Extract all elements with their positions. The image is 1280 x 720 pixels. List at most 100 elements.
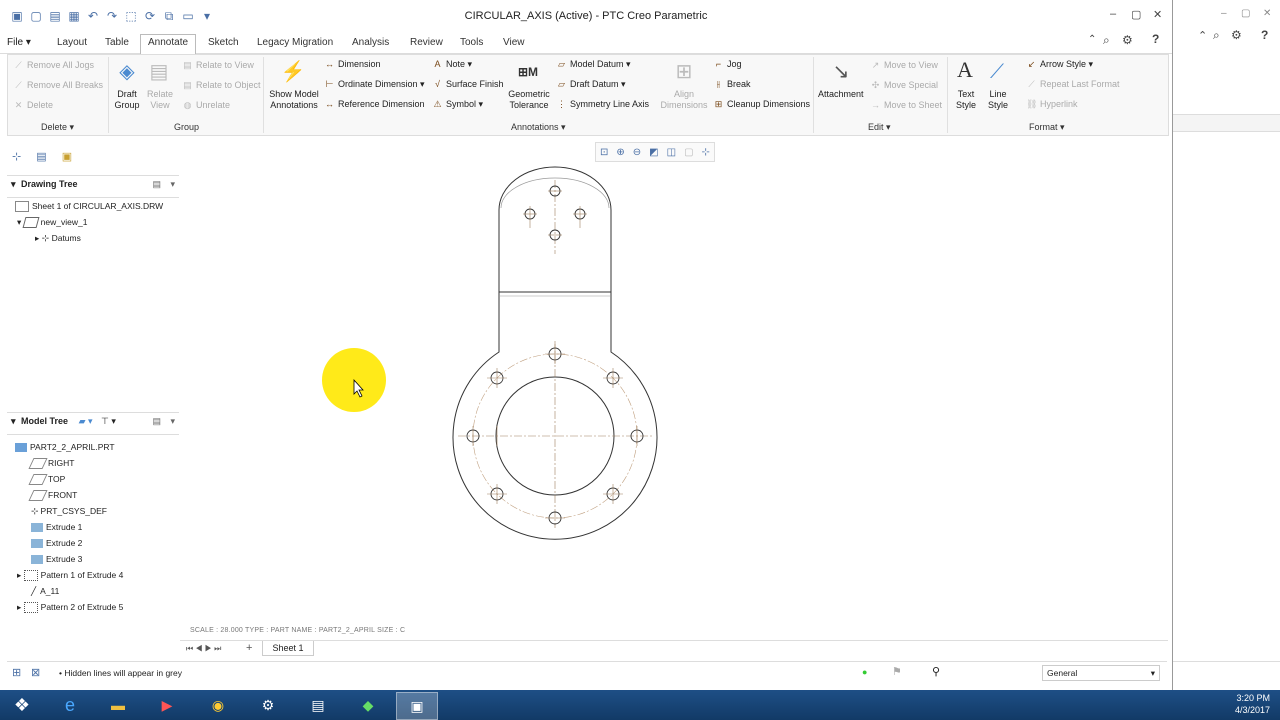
file-menu[interactable]: File ▾: [7, 37, 31, 48]
tab-sketch[interactable]: Sketch: [208, 37, 239, 48]
minimize-icon[interactable]: –: [1110, 8, 1116, 20]
relate-to-view-button[interactable]: ▤ Relate to View: [182, 60, 254, 71]
creo-window-icon[interactable]: ▣: [396, 692, 438, 720]
tree-item-pattern-2[interactable]: ▸ Pattern 2 of Extrude 5: [17, 602, 123, 614]
media-player-icon[interactable]: ▶: [147, 692, 187, 718]
system-clock[interactable]: 3:20 PM 4/3/2017: [1235, 692, 1270, 716]
favorites-tab-icon[interactable]: ▣: [62, 151, 72, 163]
remove-all-breaks-button[interactable]: ⟋ Remove All Breaks: [13, 80, 103, 91]
search-icon[interactable]: ⌕: [1213, 28, 1220, 43]
tab-view[interactable]: View: [503, 37, 525, 48]
tab-annotate[interactable]: Annotate: [148, 37, 188, 48]
line-style-button[interactable]: Line Style: [984, 89, 1012, 111]
folder-tab-icon[interactable]: ▤: [36, 151, 46, 163]
expand-icon[interactable]: ▾: [17, 217, 21, 227]
text-style-button[interactable]: Text Style: [952, 89, 980, 111]
tab-analysis[interactable]: Analysis: [352, 37, 389, 48]
tool-icon[interactable]: ⚙: [248, 692, 288, 718]
relate-view-button[interactable]: Relate View: [144, 89, 176, 111]
unrelate-button[interactable]: ◍ Unrelate: [182, 100, 230, 111]
drawing-view[interactable]: [180, 136, 1168, 640]
dimension-button[interactable]: ↔ Dimension: [324, 59, 381, 69]
tree-item-view[interactable]: ▾ new_view_1: [17, 217, 87, 229]
move-special-button[interactable]: ✣ Move Special: [870, 80, 938, 91]
expand-icon[interactable]: ▸: [17, 570, 21, 580]
chevron-down-icon[interactable]: ▾: [1151, 666, 1155, 680]
delete-group-label[interactable]: Delete ▾: [41, 122, 74, 133]
filter-icon[interactable]: ▰ ▾: [79, 416, 93, 426]
draft-group-button[interactable]: Draft Group: [112, 89, 142, 111]
tab-layout[interactable]: Layout: [57, 37, 87, 48]
surface-finish-button[interactable]: √ Surface Finish: [432, 79, 504, 89]
tab-legacy-migration[interactable]: Legacy Migration: [257, 37, 333, 48]
navigator-icon[interactable]: ⊞: [12, 666, 21, 679]
close-icon[interactable]: ✕: [1263, 8, 1271, 19]
expand-icon[interactable]: ▸: [35, 233, 39, 243]
chevron-down-icon[interactable]: ▾: [170, 179, 175, 190]
collapse-icon[interactable]: ▾: [11, 179, 16, 189]
tab-table[interactable]: Table: [105, 37, 129, 48]
annotations-group-label[interactable]: Annotations ▾: [511, 122, 566, 133]
arrow-style-button[interactable]: ↙ Arrow Style ▾: [1026, 59, 1093, 70]
relate-to-object-button[interactable]: ▤ Relate to Object: [182, 80, 260, 91]
tree-item-front[interactable]: FRONT: [28, 490, 77, 502]
tab-tools[interactable]: Tools: [460, 37, 483, 48]
tree-settings-icon[interactable]: ▤: [152, 179, 161, 190]
sheet-tab[interactable]: Sheet 1: [262, 641, 314, 656]
maximize-icon[interactable]: ▢: [1131, 8, 1141, 21]
maximize-icon[interactable]: ▢: [1241, 8, 1250, 19]
browser-icon[interactable]: ⊠: [31, 666, 40, 679]
format-group-label[interactable]: Format ▾: [1029, 122, 1065, 133]
chrome-icon[interactable]: ◉: [198, 692, 238, 718]
tree-settings-icon[interactable]: ▤: [152, 416, 161, 427]
add-sheet-icon[interactable]: +: [246, 642, 252, 654]
help-icon[interactable]: ?: [1261, 28, 1268, 42]
remove-all-jogs-button[interactable]: ⟋ Remove All Jogs: [13, 60, 94, 71]
tree-item-top[interactable]: TOP: [28, 474, 65, 486]
tree-item-extrude-1[interactable]: Extrude 1: [31, 522, 82, 533]
model-tree-header[interactable]: ▾ Model Tree ▰ ▾ ⊤ ▾ ▤ ▾: [7, 412, 179, 435]
align-dimensions-button[interactable]: Align Dimensions: [660, 89, 708, 111]
sheet-nav-icons[interactable]: ⏮ ◀ ▶ ⏭: [186, 644, 221, 654]
repeat-last-format-button[interactable]: ⟋ Repeat Last Format: [1026, 79, 1119, 90]
tree-item-right[interactable]: RIGHT: [28, 458, 74, 470]
creo-launcher-icon[interactable]: ◆: [348, 692, 388, 718]
chevron-down-icon[interactable]: ▾: [170, 416, 175, 427]
selection-filter-dropdown[interactable]: General ▾: [1042, 665, 1160, 681]
edit-group-label[interactable]: Edit ▾: [868, 122, 891, 133]
tree-item-axis[interactable]: ╱ A_11: [31, 586, 59, 597]
ribbon-collapse-icon[interactable]: ⌃: [1198, 29, 1207, 42]
explorer-icon[interactable]: ▬: [98, 692, 138, 718]
minimize-icon[interactable]: –: [1221, 8, 1227, 19]
attachment-button[interactable]: Attachment: [818, 89, 864, 99]
ie-icon[interactable]: e: [50, 692, 90, 718]
tree-filters-icon[interactable]: ⊤ ▾: [101, 416, 116, 426]
tree-item-sheet[interactable]: Sheet 1 of CIRCULAR_AXIS.DRW: [15, 201, 163, 213]
close-icon[interactable]: ✕: [1153, 8, 1162, 21]
group-group-label[interactable]: Group: [174, 122, 199, 132]
geometric-tolerance-button[interactable]: Geometric Tolerance: [506, 89, 552, 111]
draft-datum-button[interactable]: ▱ Draft Datum ▾: [556, 79, 626, 90]
delete-button[interactable]: ✕ Delete: [13, 100, 53, 111]
hyperlink-button[interactable]: ⛓ Hyperlink: [1026, 99, 1078, 110]
settings-icon[interactable]: ⚙: [1231, 28, 1242, 42]
ordinate-dimension-button[interactable]: ⊢ Ordinate Dimension ▾: [324, 79, 425, 90]
tree-item-csys[interactable]: ⊹ PRT_CSYS_DEF: [31, 506, 107, 517]
jog-button[interactable]: ⌐ Jog: [713, 59, 742, 69]
flag-icon[interactable]: ⚑: [892, 665, 902, 678]
symmetry-line-axis-button[interactable]: ⋮ Symmetry Line Axis: [556, 99, 649, 110]
drawing-tree-header[interactable]: ▾ Drawing Tree ▤ ▾: [7, 175, 179, 198]
find-icon[interactable]: ⚲: [932, 665, 940, 678]
graphics-canvas[interactable]: ⊡ ⊕ ⊖ ◩ ◫ ▢ ⊹: [180, 136, 1168, 640]
tree-item-part[interactable]: PART2_2_APRIL.PRT: [15, 442, 115, 453]
symbol-button[interactable]: ⚠ Symbol ▾: [432, 99, 483, 110]
move-to-view-button[interactable]: ↗ Move to View: [870, 60, 938, 71]
break-button[interactable]: ⫲ Break: [713, 79, 750, 90]
cleanup-dimensions-button[interactable]: ⊞ Cleanup Dimensions: [713, 99, 810, 110]
notepad-icon[interactable]: ▤: [298, 692, 338, 718]
collapse-icon[interactable]: ▾: [11, 416, 16, 426]
tree-item-pattern-1[interactable]: ▸ Pattern 1 of Extrude 4: [17, 570, 123, 582]
note-button[interactable]: A Note ▾: [432, 59, 472, 70]
move-to-sheet-button[interactable]: → Move to Sheet: [870, 100, 942, 110]
tree-item-extrude-3[interactable]: Extrude 3: [31, 554, 82, 565]
